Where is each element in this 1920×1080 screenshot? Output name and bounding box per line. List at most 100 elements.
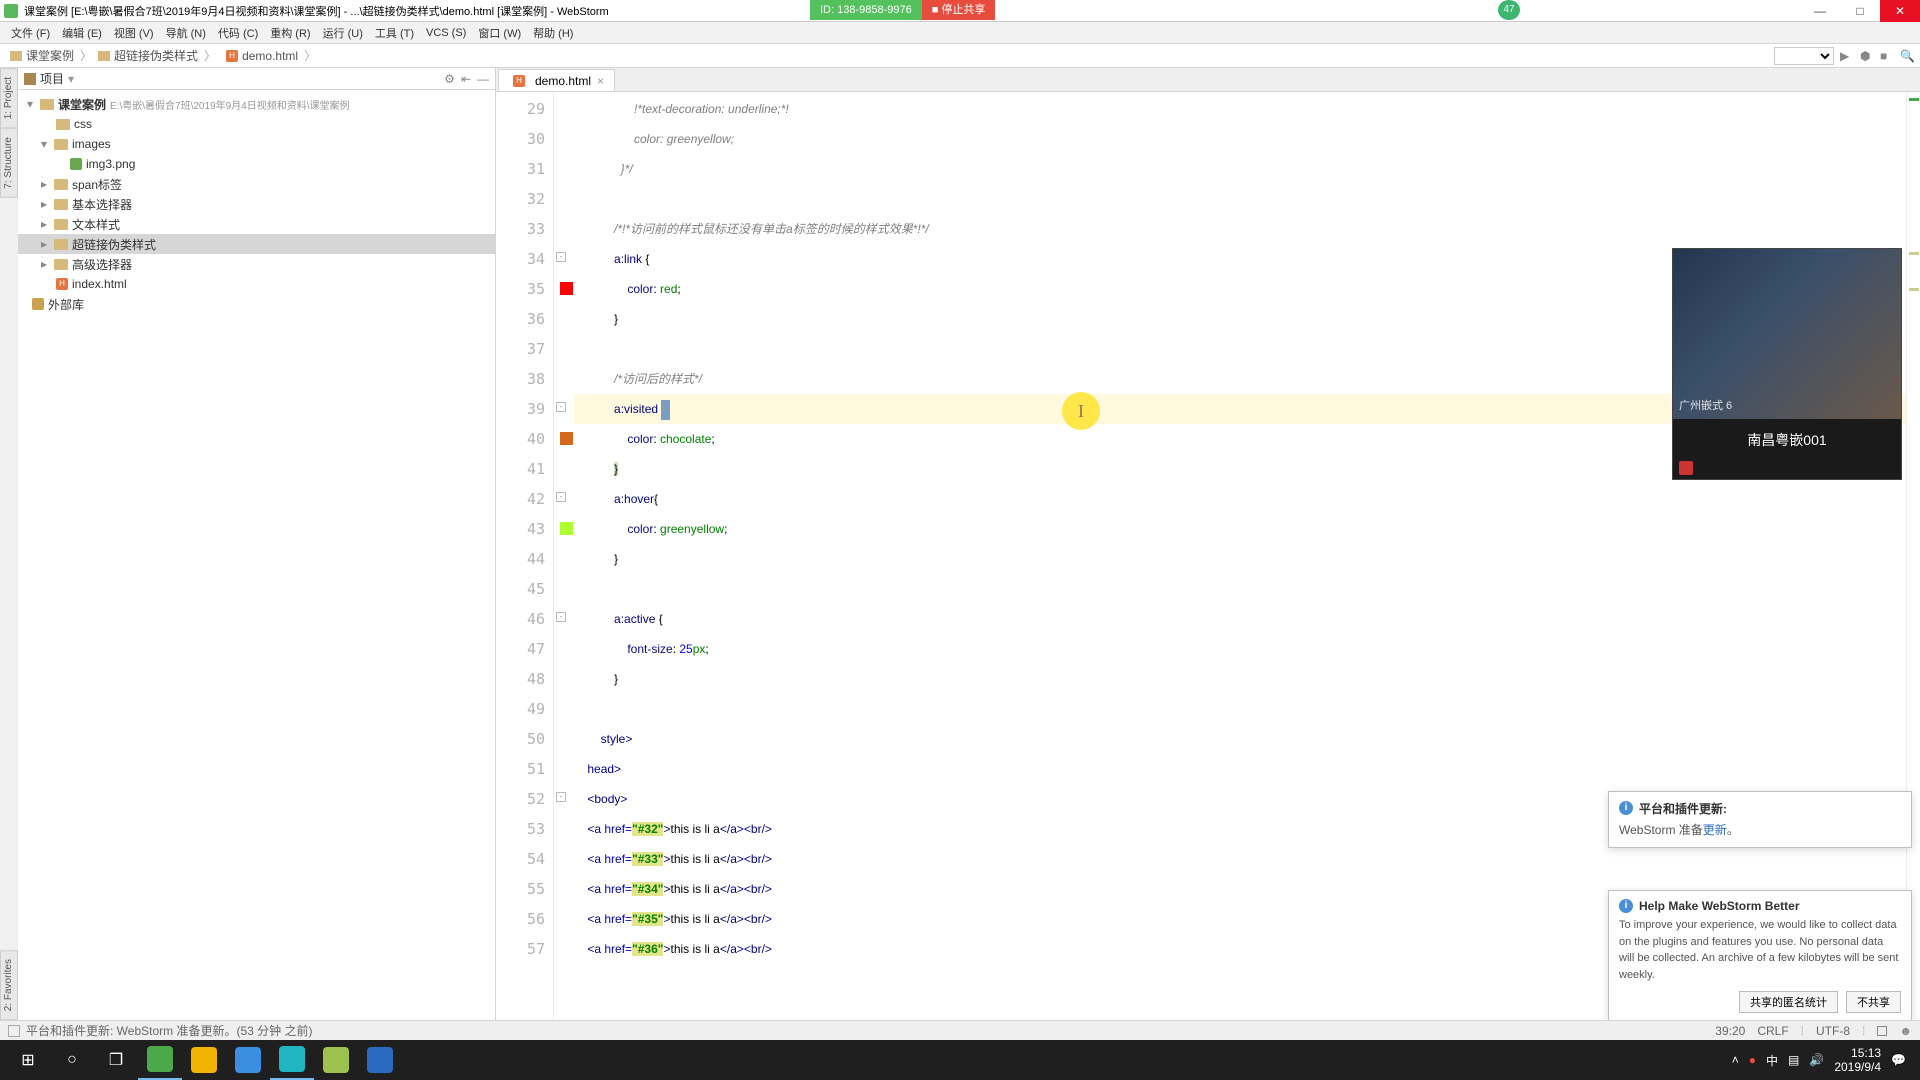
windows-taskbar: ⊞ ○ ❐ ˄ ● 中 ▤ 🔊 15:13 2019/9/4 💬 bbox=[0, 1040, 1920, 1080]
caret-position[interactable]: 39:20 bbox=[1715, 1024, 1745, 1038]
folder-icon bbox=[54, 139, 68, 150]
menu-code[interactable]: 代码 (C) bbox=[213, 25, 263, 41]
app-icon bbox=[4, 4, 18, 18]
taskbar-app-webstorm[interactable] bbox=[270, 1040, 314, 1080]
notif-body: To improve your experience, we would lik… bbox=[1619, 917, 1901, 983]
taskbar-app-6[interactable] bbox=[358, 1040, 402, 1080]
tray-icon[interactable]: ● bbox=[1749, 1053, 1756, 1067]
tree-folder-images[interactable]: ▾images bbox=[18, 134, 495, 154]
breadcrumb-file[interactable]: Hdemo.html bbox=[218, 49, 302, 63]
breadcrumb-root[interactable]: 课堂案例 bbox=[6, 47, 78, 64]
menu-navigate[interactable]: 导航 (N) bbox=[161, 25, 211, 41]
chevron-right-icon: 〉 bbox=[78, 47, 94, 64]
taskbar-app-5[interactable] bbox=[314, 1040, 358, 1080]
start-button[interactable]: ⊞ bbox=[6, 1040, 50, 1080]
menu-tools[interactable]: 工具 (T) bbox=[370, 25, 419, 41]
tab-close-icon[interactable]: × bbox=[597, 74, 604, 88]
tree-folder-link[interactable]: ▸超链接伪类样式 bbox=[18, 234, 495, 254]
tray-network-icon[interactable]: ▤ bbox=[1788, 1053, 1799, 1067]
menu-vcs[interactable]: VCS (S) bbox=[421, 27, 471, 39]
folder-icon bbox=[54, 219, 68, 230]
menu-view[interactable]: 视图 (V) bbox=[109, 25, 159, 41]
search-icon[interactable]: 🔍 bbox=[1900, 49, 1914, 63]
folder-icon bbox=[56, 119, 70, 130]
editor-tab-bar: H demo.html × bbox=[496, 68, 1920, 92]
tray-chevron-icon[interactable]: ˄ bbox=[1732, 1053, 1739, 1067]
collapse-icon[interactable]: ⇤ bbox=[461, 72, 471, 86]
tree-file-img3[interactable]: img3.png bbox=[18, 154, 495, 174]
line-number-gutter: 2930313233343536373839404142434445464748… bbox=[496, 92, 554, 1020]
maximize-button[interactable]: □ bbox=[1840, 0, 1880, 22]
taskview-button[interactable]: ❐ bbox=[94, 1040, 138, 1080]
project-tree[interactable]: ▾课堂案例E:\粤嵌\暑假合7班\2019年9月4日视频和资料\课堂案例 css… bbox=[18, 90, 495, 318]
tree-folder-adv[interactable]: ▸高级选择器 bbox=[18, 254, 495, 274]
breadcrumb-folder[interactable]: 超链接伪类样式 bbox=[94, 47, 202, 64]
update-link[interactable]: 更新 bbox=[1703, 823, 1727, 837]
inspection-indicator[interactable]: ☻ bbox=[1899, 1024, 1912, 1038]
cursor-highlight-icon: I bbox=[1062, 392, 1100, 430]
code-area[interactable]: 2930313233343536373839404142434445464748… bbox=[496, 92, 1920, 1020]
taskbar-app-3[interactable] bbox=[226, 1040, 270, 1080]
close-button[interactable]: ✕ bbox=[1880, 0, 1920, 22]
run-icon[interactable]: ▶ bbox=[1840, 49, 1854, 63]
folder-icon bbox=[10, 51, 22, 61]
fold-column[interactable]: ----- bbox=[554, 92, 574, 1020]
menu-help[interactable]: 帮助 (H) bbox=[528, 25, 578, 41]
taskbar-app-2[interactable] bbox=[182, 1040, 226, 1080]
gear-icon[interactable]: ⚙ bbox=[444, 72, 455, 86]
tab-label: demo.html bbox=[535, 74, 591, 88]
taskbar-app-1[interactable] bbox=[138, 1040, 182, 1080]
mic-muted-icon[interactable] bbox=[1679, 461, 1693, 475]
error-stripe[interactable] bbox=[1906, 92, 1920, 1020]
tab-favorites[interactable]: 2: Favorites bbox=[0, 950, 18, 1020]
taskbar-clock[interactable]: 15:13 2019/9/4 bbox=[1834, 1046, 1881, 1075]
tree-root[interactable]: ▾课堂案例E:\粤嵌\暑假合7班\2019年9月4日视频和资料\课堂案例 bbox=[18, 94, 495, 114]
dont-share-button[interactable]: 不共享 bbox=[1846, 991, 1901, 1013]
menu-bar: 文件 (F) 编辑 (E) 视图 (V) 导航 (N) 代码 (C) 重构 (R… bbox=[0, 22, 1920, 44]
debug-icon[interactable]: ⬢ bbox=[1860, 49, 1874, 63]
tree-file-index[interactable]: Hindex.html bbox=[18, 274, 495, 294]
editor-tab-demo[interactable]: H demo.html × bbox=[498, 69, 615, 91]
status-icon[interactable] bbox=[8, 1025, 20, 1037]
menu-refactor[interactable]: 重构 (R) bbox=[265, 25, 315, 41]
webcam-video: 广州嵌式 6 bbox=[1673, 249, 1901, 419]
status-bar: 平台和插件更新: WebStorm 准备更新。(53 分钟 之前) 39:20 … bbox=[0, 1020, 1920, 1040]
menu-run[interactable]: 运行 (U) bbox=[318, 25, 368, 41]
html-file-icon: H bbox=[56, 278, 68, 290]
tab-project[interactable]: 1: Project bbox=[0, 68, 18, 128]
tree-folder-basic[interactable]: ▸基本选择器 bbox=[18, 194, 495, 214]
notification-telemetry: iHelp Make WebStorm Better To improve yo… bbox=[1608, 890, 1912, 1022]
menu-file[interactable]: 文件 (F) bbox=[6, 25, 55, 41]
stop-icon[interactable]: ■ bbox=[1880, 49, 1894, 63]
tray-volume-icon[interactable]: 🔊 bbox=[1809, 1053, 1824, 1067]
tree-folder-span[interactable]: ▸span标签 bbox=[18, 174, 495, 194]
hide-icon[interactable]: — bbox=[477, 72, 489, 86]
html-file-icon: H bbox=[226, 50, 238, 62]
chevron-right-icon: 〉 bbox=[202, 47, 218, 64]
readonly-lock-icon[interactable] bbox=[1877, 1026, 1887, 1036]
tree-external-libs[interactable]: 外部库 bbox=[18, 294, 495, 314]
share-stats-button[interactable]: 共享的匿名统计 bbox=[1739, 991, 1838, 1013]
line-separator[interactable]: CRLF bbox=[1757, 1024, 1788, 1038]
webcam-overlay[interactable]: 广州嵌式 6 南昌粤嵌001 bbox=[1672, 248, 1902, 480]
run-config-dropdown[interactable] bbox=[1774, 47, 1834, 65]
folder-icon bbox=[54, 199, 68, 210]
project-icon bbox=[24, 73, 36, 85]
file-encoding[interactable]: UTF-8 bbox=[1816, 1024, 1850, 1038]
menu-edit[interactable]: 编辑 (E) bbox=[57, 25, 107, 41]
tray-notifications-icon[interactable]: 💬 bbox=[1891, 1053, 1906, 1067]
menu-window[interactable]: 窗口 (W) bbox=[473, 25, 526, 41]
tray-ime-icon[interactable]: 中 bbox=[1766, 1052, 1778, 1069]
stop-share-button[interactable]: ■ 停止共享 bbox=[922, 0, 996, 20]
folder-icon bbox=[40, 99, 54, 110]
left-tool-tabs: 1: Project 7: Structure bbox=[0, 68, 18, 198]
status-message: 平台和插件更新: WebStorm 准备更新。(53 分钟 之前) bbox=[26, 1022, 312, 1039]
code-content[interactable]: I !*text-decoration: underline;*! color:… bbox=[574, 92, 1906, 1020]
cortana-button[interactable]: ○ bbox=[50, 1040, 94, 1080]
tab-structure[interactable]: 7: Structure bbox=[0, 128, 18, 198]
share-id: ID: 138-9858-9976 bbox=[810, 0, 922, 20]
tree-folder-css[interactable]: css bbox=[18, 114, 495, 134]
tree-folder-text[interactable]: ▸文本样式 bbox=[18, 214, 495, 234]
library-icon bbox=[32, 298, 44, 310]
minimize-button[interactable]: — bbox=[1800, 0, 1840, 22]
